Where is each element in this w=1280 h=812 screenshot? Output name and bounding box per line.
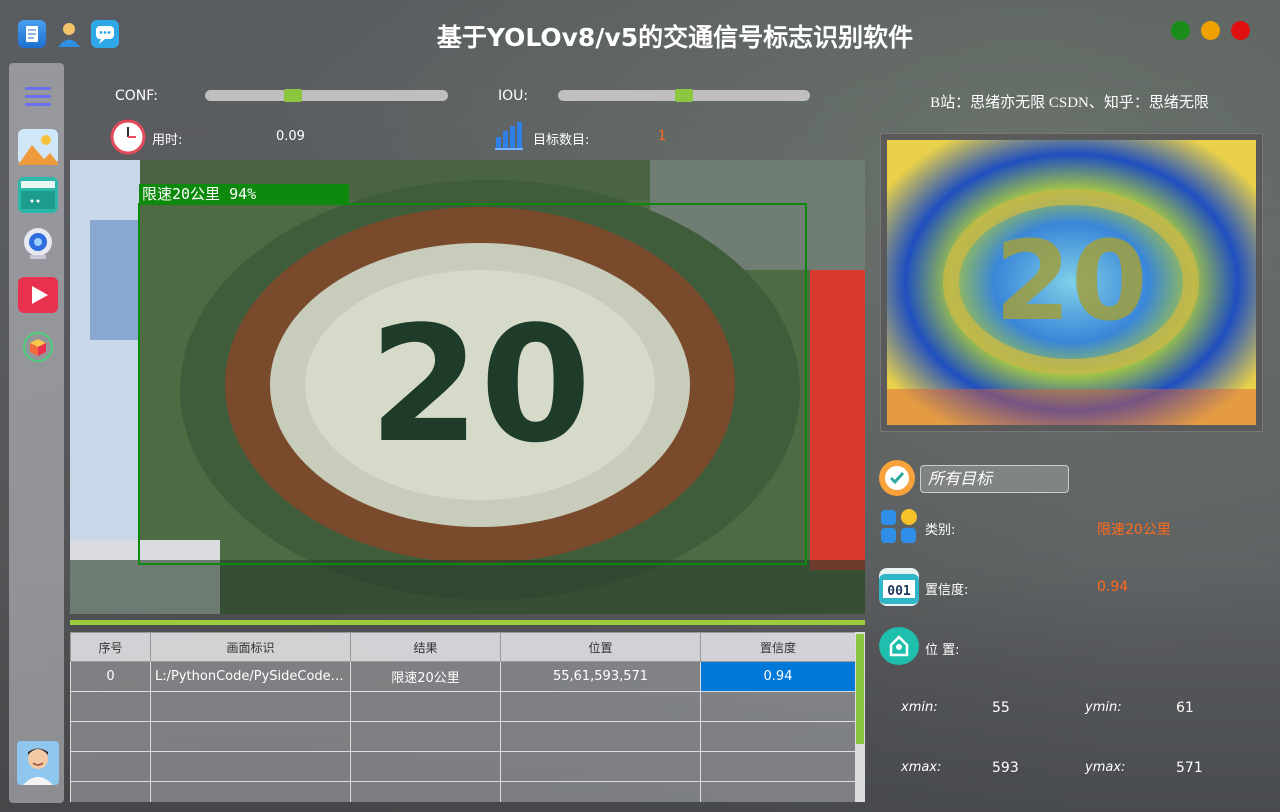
folder-icon[interactable] [18,177,58,213]
table-cell[interactable] [150,691,351,722]
title-bar: 基于YOLOv8/v5的交通信号标志识别软件 [0,0,1280,62]
header-source[interactable]: 画面标识 [150,632,351,662]
xmin-label: xmin: [901,700,938,715]
xmin-value: 55 [992,700,1010,716]
xmax-label: xmax: [901,760,942,775]
header-index[interactable]: 序号 [70,632,151,662]
ymin-value: 61 [1176,700,1194,716]
class-label: 类别: [925,523,956,538]
time-value: 0.09 [276,129,305,144]
confidence-label: 置信度: [925,583,969,598]
avatar[interactable] [17,741,59,785]
table-cell[interactable] [700,781,856,802]
author-credit: B站：思绪亦无限 CSDN、知乎：思绪无限 [930,95,1209,111]
header-position[interactable]: 位置 [500,632,701,662]
heatmap-crop: 20 [880,133,1263,432]
table-cell-selected[interactable]: 0.94 [700,661,856,692]
table-cell[interactable] [150,781,351,802]
table-cell[interactable] [70,781,151,802]
video-icon[interactable] [18,277,58,313]
count-label: 目标数目: [533,133,590,148]
xmax-value: 593 [992,760,1019,776]
category-icon [879,507,919,545]
location-icon [879,627,919,665]
table-cell[interactable] [70,751,151,782]
class-value: 限速20公里 [1097,522,1171,538]
confidence-meter-icon: 001 [879,568,919,606]
header-result[interactable]: 结果 [350,632,501,662]
document-icon[interactable] [18,20,46,48]
table-cell[interactable]: L:/PythonCode/PySideCode/... [150,661,351,692]
close-button[interactable] [1231,21,1250,40]
time-label: 用时: [152,133,183,148]
table-cell[interactable] [70,721,151,752]
target-check-icon [879,460,915,496]
conf-slider[interactable] [205,89,448,102]
detection-image: 20 限速20公里 94% [70,160,865,614]
chat-icon[interactable] [91,20,119,48]
table-cell[interactable] [700,721,856,752]
detection-label: 限速20公里 94% [142,185,256,203]
camera-icon[interactable] [18,225,58,261]
table-cell[interactable] [350,751,501,782]
table-cell[interactable] [500,751,701,782]
results-table[interactable]: 序号 画面标识 结果 位置 置信度 0 L:/PythonCode/PySide… [70,632,865,802]
count-value: 1 [658,129,667,144]
app-title: 基于YOLOv8/v5的交通信号标志识别软件 [436,23,914,52]
table-cell[interactable] [500,721,701,752]
table-cell[interactable] [350,781,501,802]
heatmap-canvas: 20 [887,140,1256,425]
table-row[interactable]: 0 L:/PythonCode/PySideCode/... 限速20公里 55… [70,661,856,692]
progress-line [70,620,865,625]
confidence-value: 0.94 [1097,579,1129,595]
table-row[interactable] [70,781,856,802]
table-row[interactable] [70,691,856,722]
table-header-row: 序号 画面标识 结果 位置 置信度 [70,632,856,662]
conf-label: CONF: [115,88,158,104]
table-scroll-thumb[interactable] [856,634,864,744]
menu-icon[interactable] [18,79,58,115]
clock-icon [110,119,146,155]
sidebar [9,63,64,803]
model-icon[interactable] [18,329,58,365]
table-cell[interactable]: 55,61,593,571 [500,661,701,692]
iou-label: IOU: [498,88,529,104]
user-icon[interactable] [55,20,83,48]
svg-text:001: 001 [887,584,911,599]
table-cell[interactable] [350,691,501,722]
table-cell[interactable]: 限速20公里 [350,661,501,692]
ymax-label: ymax: [1085,760,1126,775]
maximize-button[interactable] [1171,21,1190,40]
table-cell[interactable] [500,691,701,722]
bar-chart-icon [495,121,523,151]
table-cell[interactable] [700,751,856,782]
table-row[interactable] [70,751,856,782]
table-cell[interactable] [500,781,701,802]
detection-canvas: 20 限速20公里 94% [70,160,865,614]
table-row[interactable] [70,721,856,752]
table-cell[interactable] [150,721,351,752]
position-label: 位 置: [925,643,960,658]
table-cell[interactable] [70,691,151,722]
iou-slider[interactable] [558,89,810,102]
table-cell[interactable] [700,691,856,722]
target-select[interactable]: 所有目标 [920,465,1069,493]
header-confidence[interactable]: 置信度 [700,632,856,662]
conf-slider-handle[interactable] [284,89,302,102]
table-cell[interactable] [350,721,501,752]
image-icon[interactable] [18,129,58,165]
table-cell[interactable]: 0 [70,661,151,692]
sign-number: 20 [369,291,592,478]
iou-slider-handle[interactable] [675,89,693,102]
table-scrollbar[interactable] [855,632,865,802]
ymax-value: 571 [1176,760,1203,776]
ymin-label: ymin: [1085,700,1122,715]
heatmap-number: 20 [994,217,1147,345]
minimize-button[interactable] [1201,21,1220,40]
table-cell[interactable] [150,751,351,782]
